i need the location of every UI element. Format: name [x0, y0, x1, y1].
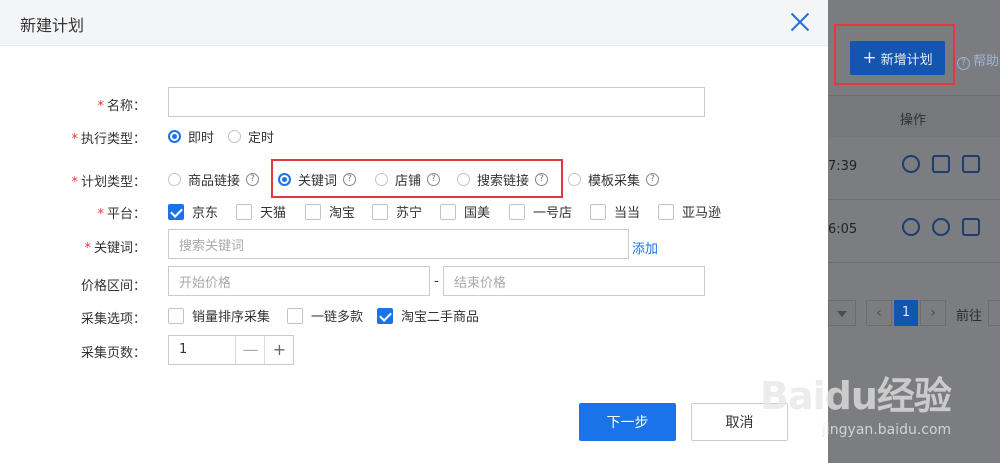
checkbox	[658, 203, 674, 220]
platform-tmall[interactable]: 天猫	[236, 202, 286, 221]
platform-gome[interactable]: 国美	[440, 202, 490, 221]
collect-option-sales-sort[interactable]: 销量排序采集	[168, 306, 270, 325]
checkbox	[440, 203, 456, 220]
highlight-box-plan-type	[271, 159, 563, 198]
checkbox	[590, 203, 606, 220]
checkbox	[509, 203, 525, 220]
goto-page-input[interactable]	[988, 300, 1000, 326]
highlight-box-new-plan	[834, 24, 955, 85]
dialog-header: 新建计划	[0, 0, 828, 46]
question-icon: ?	[957, 57, 970, 70]
price-end-input[interactable]: 结束价格	[443, 266, 705, 296]
table-row: 6:05	[828, 200, 1000, 263]
required-mark: *	[97, 99, 104, 114]
prev-page-button[interactable]: ‹	[866, 300, 892, 326]
collect-options-label: 采集选项：	[80, 312, 146, 327]
checkbox	[287, 307, 303, 324]
platform-yhd[interactable]: 一号店	[509, 202, 572, 221]
exec-type-label: * 执行类型：	[71, 132, 146, 147]
price-start-input[interactable]: 开始价格	[168, 266, 430, 296]
platform-dangdang[interactable]: 当当	[590, 202, 640, 221]
goto-label: 前往	[956, 309, 983, 324]
close-icon[interactable]	[789, 11, 811, 33]
platform-label: * 平台：	[97, 207, 146, 222]
pages-value[interactable]: 1	[179, 342, 187, 357]
add-keyword-link[interactable]: 添加	[632, 238, 658, 257]
help-link[interactable]: ? 帮助	[957, 50, 999, 70]
pause-icon[interactable]	[902, 218, 920, 236]
decrement-button[interactable]: —	[235, 336, 265, 364]
pages-label: 采集页数：	[80, 346, 146, 361]
required-mark: *	[71, 175, 78, 190]
exec-type-option-instant[interactable]: 即时	[168, 127, 214, 146]
collect-option-multi-variant[interactable]: 一链多款	[287, 306, 363, 325]
pages-stepper[interactable]: 1 — +	[168, 335, 294, 365]
help-icon[interactable]: ?	[246, 173, 260, 186]
required-mark: *	[84, 241, 91, 256]
checkbox-checked	[168, 203, 184, 220]
bolt-icon[interactable]	[902, 155, 920, 173]
dialog-title: 新建计划	[20, 16, 85, 35]
cancel-button[interactable]: 取消	[691, 403, 788, 441]
row-time: 6:05	[828, 222, 858, 237]
row-time: 7:39	[828, 159, 858, 174]
edit-icon[interactable]	[962, 218, 980, 236]
price-range-label: 价格区间：	[80, 279, 146, 294]
checkbox	[305, 203, 321, 220]
next-step-button[interactable]: 下一步	[579, 403, 676, 441]
radio-unselected	[168, 173, 181, 186]
radio-unselected	[568, 173, 581, 186]
plan-type-option-product-link[interactable]: 商品链接?	[168, 170, 260, 189]
collect-option-taobao-secondhand[interactable]: 淘宝二手商品	[377, 306, 479, 325]
checkbox	[168, 307, 184, 324]
table-row: 7:39	[828, 137, 1000, 200]
checkbox	[372, 203, 388, 220]
help-icon[interactable]: ?	[646, 173, 660, 186]
table-header: 操作	[828, 95, 1000, 139]
platform-suning[interactable]: 苏宁	[372, 202, 422, 221]
required-mark: *	[97, 207, 104, 222]
next-page-button[interactable]: ›	[920, 300, 946, 326]
radio-selected	[168, 130, 181, 143]
price-separator: -	[434, 274, 439, 289]
platform-amazon[interactable]: 亚马逊	[658, 202, 721, 221]
current-page[interactable]: 1	[894, 300, 918, 326]
plan-type-option-template[interactable]: 模板采集?	[568, 170, 660, 189]
radio-unselected	[228, 130, 241, 143]
bolt-icon[interactable]	[932, 218, 950, 236]
name-input[interactable]	[168, 87, 705, 117]
pagination: ‹ 1 › 前往	[828, 297, 1000, 327]
plan-type-label: * 计划类型：	[71, 175, 146, 190]
name-label: * 名称：	[97, 99, 146, 114]
platform-taobao[interactable]: 淘宝	[305, 202, 355, 221]
increment-button[interactable]: +	[264, 336, 294, 364]
exec-type-option-scheduled[interactable]: 定时	[228, 127, 274, 146]
checkbox	[236, 203, 252, 220]
checkbox-checked	[377, 307, 393, 324]
keyword-input[interactable]: 搜索关键词	[168, 229, 629, 259]
column-header-ops: 操作	[900, 113, 927, 128]
page-size-select[interactable]	[828, 300, 856, 326]
required-mark: *	[71, 132, 78, 147]
platform-jd[interactable]: 京东	[168, 202, 218, 221]
add-box-icon[interactable]	[932, 155, 950, 173]
new-plan-dialog: 新建计划 * 名称： * 执行类型： 即时 定时 * 计划类型： 商品链接? 关键词?…	[0, 0, 828, 463]
keyword-label: * 关键词：	[84, 241, 146, 256]
trash-icon[interactable]	[962, 155, 980, 173]
